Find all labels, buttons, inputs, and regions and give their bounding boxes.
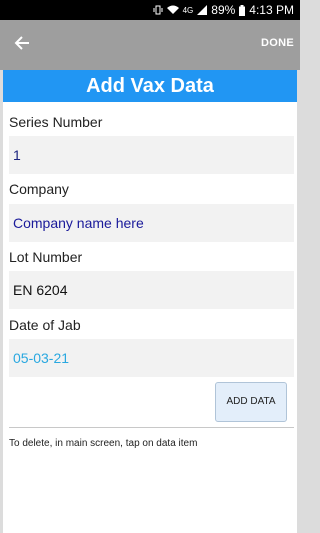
date-of-jab-label: Date of Jab	[9, 317, 81, 333]
divider	[9, 427, 294, 428]
date-of-jab-field[interactable]: 05-03-21	[9, 339, 294, 377]
network-type-label: 4G	[182, 5, 194, 15]
add-vax-data-form: Add Vax Data Series Number 1 Company Com…	[3, 70, 297, 533]
company-label: Company	[9, 181, 69, 197]
wifi-icon	[166, 5, 179, 15]
status-bar: 4G 89% 4:13 PM	[0, 0, 300, 20]
series-number-label: Series Number	[9, 114, 103, 130]
signal-icon	[197, 5, 208, 15]
status-icons: 4G 89% 4:13 PM	[153, 3, 294, 17]
series-number-field[interactable]: 1	[9, 136, 294, 174]
back-button[interactable]	[10, 34, 34, 56]
delete-hint: To delete, in main screen, tap on data i…	[9, 438, 198, 449]
lot-number-field[interactable]: EN 6204	[9, 271, 294, 309]
battery-percent: 89%	[211, 3, 236, 17]
battery-icon	[239, 4, 246, 16]
done-button[interactable]: DONE	[261, 37, 294, 49]
arrow-left-icon	[14, 35, 30, 56]
form-title: Add Vax Data	[3, 70, 297, 102]
clock: 4:13 PM	[249, 3, 294, 17]
app-bar: DONE	[0, 20, 300, 70]
company-field[interactable]: Company name here	[9, 204, 294, 242]
lot-number-label: Lot Number	[9, 249, 83, 265]
vibrate-icon	[153, 5, 163, 15]
add-data-button[interactable]: ADD DATA	[215, 382, 287, 422]
